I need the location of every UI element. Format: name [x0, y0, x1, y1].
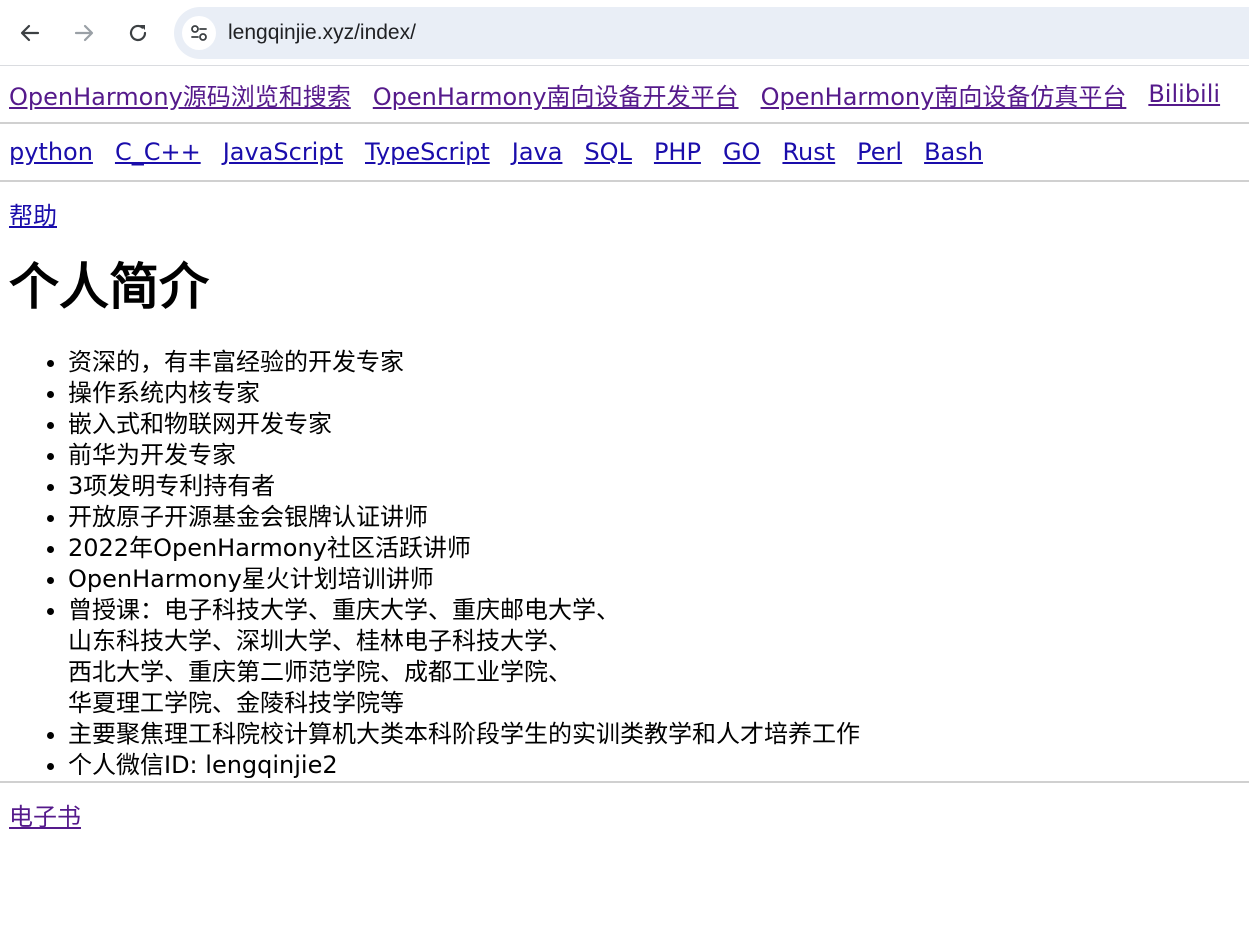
- list-item: 嵌入式和物联网开发专家: [68, 409, 1240, 440]
- list-item: 操作系统内核专家: [68, 378, 1240, 409]
- link-bilibili[interactable]: Bilibili: [1148, 80, 1220, 108]
- list-item: 主要聚焦理工科院校计算机大类本科阶段学生的实训类教学和人才培养工作: [68, 719, 1240, 750]
- link-java[interactable]: Java: [512, 138, 563, 166]
- list-item: 前华为开发专家: [68, 440, 1240, 471]
- link-go[interactable]: GO: [723, 138, 761, 166]
- list-item: 开放原子开源基金会银牌认证讲师: [68, 502, 1240, 533]
- link-perl[interactable]: Perl: [857, 138, 902, 166]
- platform-nav: OpenHarmony源码浏览和搜索 OpenHarmony南向设备开发平台 O…: [9, 66, 1240, 122]
- link-source-browse[interactable]: OpenHarmony源码浏览和搜索: [9, 77, 351, 112]
- site-settings-icon[interactable]: [182, 15, 216, 50]
- page-title: 个人简介: [9, 258, 209, 316]
- list-item: 曾授课：电子科技大学、重庆大学、重庆邮电大学、 山东科技大学、深圳大学、桂林电子…: [68, 595, 1240, 719]
- link-southbound-dev[interactable]: OpenHarmony南向设备开发平台: [373, 77, 739, 112]
- link-javascript[interactable]: JavaScript: [223, 138, 343, 166]
- arrow-right-icon: [74, 24, 94, 41]
- list-item: 3项发明专利持有者: [68, 471, 1240, 502]
- link-bash[interactable]: Bash: [924, 138, 983, 166]
- help-link[interactable]: 帮助: [9, 202, 57, 230]
- link-php[interactable]: PHP: [654, 138, 701, 166]
- profile-list: 资深的，有丰富经验的开发专家 操作系统内核专家 嵌入式和物联网开发专家 前华为开…: [9, 347, 1240, 781]
- list-item: 个人微信ID: lengqinjie2: [68, 750, 1240, 781]
- address-bar[interactable]: lengqinjie.xyz/index/: [174, 6, 1249, 59]
- list-item: 资深的，有丰富经验的开发专家: [68, 347, 1240, 378]
- back-button[interactable]: [16, 19, 44, 47]
- ebook-link[interactable]: 电子书: [9, 803, 81, 831]
- link-southbound-sim[interactable]: OpenHarmony南向设备仿真平台: [761, 77, 1127, 112]
- link-c-cpp[interactable]: C_C++: [115, 138, 201, 166]
- list-item: OpenHarmony星火计划培训讲师: [68, 564, 1240, 595]
- link-typescript[interactable]: TypeScript: [365, 138, 490, 166]
- link-python[interactable]: python: [9, 138, 93, 166]
- reload-icon: [129, 24, 147, 41]
- url-text[interactable]: lengqinjie.xyz/index/: [228, 21, 416, 45]
- browser-toolbar: lengqinjie.xyz/index/: [0, 0, 1249, 66]
- reload-button[interactable]: [124, 19, 152, 47]
- forward-button[interactable]: [70, 19, 98, 47]
- arrow-left-icon: [20, 24, 40, 41]
- link-rust[interactable]: Rust: [782, 138, 835, 166]
- page-content: OpenHarmony源码浏览和搜索 OpenHarmony南向设备开发平台 O…: [0, 66, 1249, 832]
- language-nav: python C_C++ JavaScript TypeScript Java …: [9, 124, 1240, 180]
- list-item: 2022年OpenHarmony社区活跃讲师: [68, 533, 1240, 564]
- link-sql[interactable]: SQL: [584, 138, 632, 166]
